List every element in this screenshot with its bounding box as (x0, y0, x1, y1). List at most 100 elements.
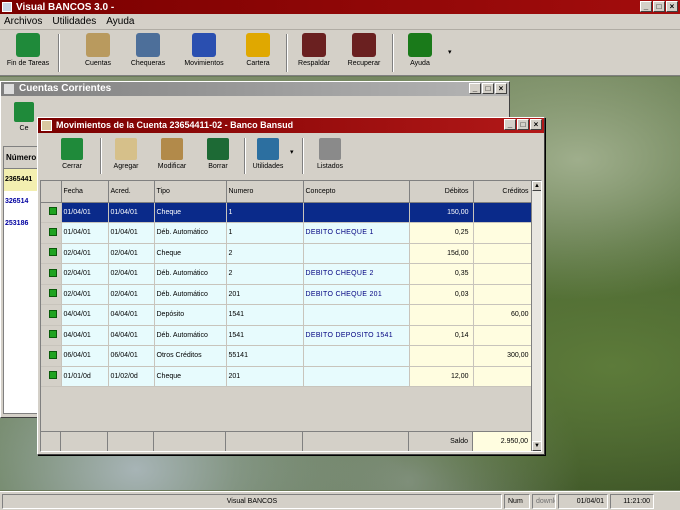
cell-fecha[interactable]: 02/04/01 (61, 284, 109, 305)
cell-creditos[interactable]: 300,00 (473, 345, 534, 367)
cell-concepto[interactable] (303, 243, 410, 264)
cell-fecha[interactable]: 04/04/01 (61, 325, 109, 346)
cell-debitos[interactable]: 0,35 (409, 263, 474, 285)
cell-fecha[interactable]: 01/04/01 (61, 222, 109, 244)
cell-tipo[interactable]: Cheque (154, 243, 227, 264)
cartera-button[interactable]: Cartera (236, 33, 280, 73)
cell-debitos[interactable] (409, 304, 474, 326)
cell-fecha[interactable]: 01/01/0d (61, 366, 109, 387)
cell-tipo[interactable]: Cheque (154, 366, 227, 387)
respaldar-button[interactable]: Respaldar (292, 33, 336, 73)
cell-creditos[interactable] (473, 284, 534, 305)
cuentas-minimize-button[interactable]: _ (469, 83, 481, 94)
cuentas-button[interactable]: Cuentas (76, 33, 120, 73)
movimientos-minimize-button[interactable]: _ (504, 119, 516, 130)
cell-creditos[interactable] (473, 325, 534, 346)
column-header-fecha[interactable]: Fecha (61, 181, 109, 203)
row-indicator[interactable] (41, 263, 62, 285)
row-indicator[interactable] (41, 345, 62, 367)
cell-debitos[interactable]: 0,03 (409, 284, 474, 305)
cell-tipo[interactable]: Cheque (154, 202, 227, 223)
cell-tipo[interactable]: Otros Créditos (154, 345, 227, 367)
cell-numero[interactable]: 201 (226, 366, 304, 387)
cell-tipo[interactable]: Déb. Automático (154, 263, 227, 285)
table-row[interactable]: 01/01/0d 01/02/0d Cheque 201 12,00 (41, 366, 534, 387)
cell-tipo[interactable]: Déb. Automático (154, 284, 227, 305)
row-indicator[interactable] (41, 284, 62, 305)
cell-acred[interactable]: 02/04/01 (108, 243, 155, 264)
row-indicator[interactable] (41, 202, 62, 223)
cell-acred[interactable]: 04/04/01 (108, 325, 155, 346)
column-header-tipo[interactable]: Tipo (154, 181, 227, 203)
cell-numero[interactable]: 201 (226, 284, 304, 305)
cell-acred[interactable]: 04/04/01 (108, 304, 155, 326)
cell-concepto[interactable]: DEBITO CHEQUE 2 (303, 263, 410, 285)
cell-concepto[interactable] (303, 366, 410, 387)
menu-archivos[interactable]: Archivos (4, 16, 42, 27)
modificar-button[interactable]: Modificar (152, 138, 192, 170)
cell-fecha[interactable]: 01/04/01 (61, 202, 109, 223)
table-row[interactable]: 01/04/01 01/04/01 Cheque 1 150,00 (41, 202, 534, 223)
dropdown-arrow-icon[interactable]: ▾ (290, 148, 294, 156)
cell-creditos[interactable] (473, 263, 534, 285)
vertical-scrollbar[interactable]: ▲ ▼ (531, 181, 541, 451)
cell-numero[interactable]: 2 (226, 263, 304, 285)
cell-creditos[interactable]: 60,00 (473, 304, 534, 326)
table-row[interactable]: 01/04/01 01/04/01 Déb. Automático 1 DEBITO C… (41, 222, 534, 244)
dropdown-arrow-icon[interactable]: ▾ (448, 48, 452, 56)
menu-ayuda[interactable]: Ayuda (106, 16, 134, 27)
cuentas-close-button[interactable]: × (495, 83, 507, 94)
scroll-down-icon[interactable]: ▼ (532, 441, 541, 451)
cell-debitos[interactable] (409, 345, 474, 367)
column-header-numero[interactable]: Numero (226, 181, 304, 203)
row-indicator[interactable] (41, 366, 62, 387)
cell-acred[interactable]: 02/04/01 (108, 263, 155, 285)
table-row[interactable]: 06/04/01 06/04/01 Otros Créditos 55141 300,0… (41, 345, 534, 367)
cell-numero[interactable]: 1 (226, 222, 304, 244)
row-indicator[interactable] (41, 325, 62, 346)
cuentas-cerrar-button[interactable]: Ce (11, 102, 37, 138)
movimientos-maximize-button[interactable]: □ (517, 119, 529, 130)
cell-fecha[interactable]: 02/04/01 (61, 243, 109, 264)
cuentas-maximize-button[interactable]: □ (482, 83, 494, 94)
cell-acred[interactable]: 06/04/01 (108, 345, 155, 367)
cell-tipo[interactable]: Déb. Automático (154, 325, 227, 346)
table-row[interactable]: 04/04/01 04/04/01 Depósito 1541 60,00 (41, 304, 534, 326)
cell-numero[interactable]: 1 (226, 202, 304, 223)
cell-acred[interactable]: 02/04/01 (108, 284, 155, 305)
cell-concepto[interactable] (303, 202, 410, 223)
row-indicator[interactable] (41, 243, 62, 264)
cell-concepto[interactable]: DEBITO CHEQUE 201 (303, 284, 410, 305)
row-indicator[interactable] (41, 222, 62, 244)
cuenta-row[interactable]: 326514 (4, 191, 38, 213)
cell-acred[interactable]: 01/04/01 (108, 202, 155, 223)
cerrar-button[interactable]: Cerrar (52, 138, 92, 170)
column-header-creditos[interactable]: Créditos (473, 181, 534, 203)
cuenta-row[interactable]: 253186 (4, 213, 38, 235)
cell-numero[interactable]: 2 (226, 243, 304, 264)
cell-acred[interactable]: 01/02/0d (108, 366, 155, 387)
table-row[interactable]: 02/04/01 02/04/01 Cheque 2 15d,00 (41, 243, 534, 264)
borrar-button[interactable]: Borrar (198, 138, 238, 170)
cell-creditos[interactable] (473, 366, 534, 387)
table-row[interactable]: 02/04/01 02/04/01 Déb. Automático 2 DEBITO C… (41, 263, 534, 285)
chequeras-button[interactable]: Chequeras (126, 33, 170, 73)
cell-creditos[interactable] (473, 243, 534, 264)
cell-debitos[interactable]: 12,00 (409, 366, 474, 387)
cell-fecha[interactable]: 06/04/01 (61, 345, 109, 367)
recuperar-button[interactable]: Recuperar (342, 33, 386, 73)
cell-acred[interactable]: 01/04/01 (108, 222, 155, 244)
table-row[interactable]: 04/04/01 04/04/01 Déb. Automático 1541 DEBIT… (41, 325, 534, 346)
utilidades-button[interactable]: Utilidades (248, 138, 288, 170)
cell-fecha[interactable]: 02/04/01 (61, 263, 109, 285)
cell-debitos[interactable]: 15d,00 (409, 243, 474, 264)
cell-tipo[interactable]: Depósito (154, 304, 227, 326)
listados-button[interactable]: Listados (310, 138, 350, 170)
fin-de-tareas-button[interactable]: Fin de Tareas (6, 33, 50, 73)
cell-creditos[interactable] (473, 202, 534, 223)
cell-debitos[interactable]: 150,00 (409, 202, 474, 223)
column-header-concepto[interactable]: Concepto (303, 181, 410, 203)
close-button[interactable]: × (666, 1, 678, 12)
cell-numero[interactable]: 1541 (226, 304, 304, 326)
menu-utilidades[interactable]: Utilidades (52, 16, 96, 27)
